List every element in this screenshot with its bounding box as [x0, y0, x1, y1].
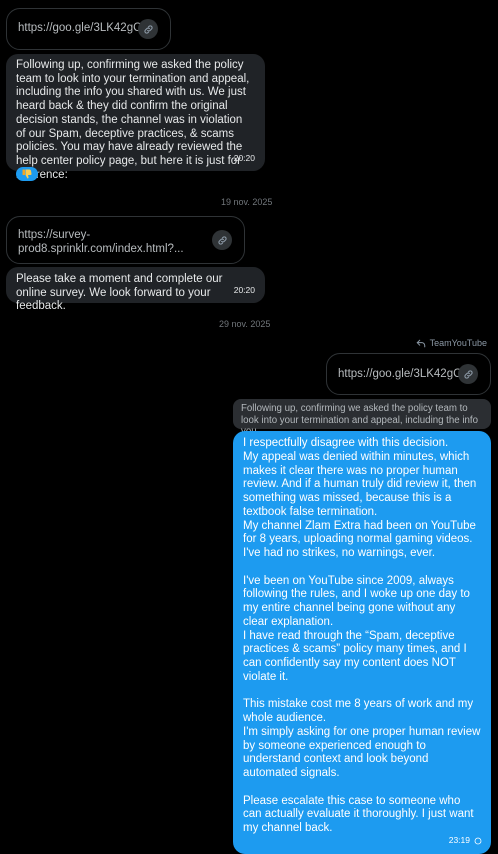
reaction-badge[interactable]	[16, 167, 38, 181]
thumbs-down-icon	[22, 169, 32, 179]
link-card[interactable]: https://survey- prod8.sprinklr.com/index…	[6, 216, 245, 264]
link-url[interactable]: https://goo.gle/3LK42gC	[18, 22, 141, 34]
reply-to-label: TeamYouTube	[416, 338, 487, 348]
outgoing-message: I respectfully disagree with this decisi…	[233, 431, 491, 854]
link-url-line2[interactable]: prod8.sprinklr.com/index.html?...	[18, 242, 200, 256]
quoted-link-card[interactable]: https://goo.gle/3LK42gC	[326, 353, 491, 395]
message-time: 23:19	[448, 835, 470, 845]
link-icon	[212, 230, 232, 250]
incoming-message: Following up, confirming we asked the po…	[6, 54, 265, 181]
reply-arrow-icon	[416, 339, 425, 347]
link-icon	[458, 364, 478, 384]
link-icon	[138, 19, 158, 39]
message-time: 20:20	[233, 285, 255, 296]
quoted-message[interactable]: Following up, confirming we asked the po…	[233, 399, 491, 437]
message-text: I respectfully disagree with this decisi…	[243, 437, 481, 834]
message-text: Following up, confirming we asked the po…	[16, 59, 250, 181]
link-card[interactable]: https://goo.gle/3LK42gC	[6, 8, 171, 50]
incoming-message: Please take a moment and complete our on…	[6, 267, 265, 312]
message-text: Please take a moment and complete our on…	[16, 273, 223, 313]
date-separator: 29 nov. 2025	[219, 319, 271, 329]
link-url-line1[interactable]: https://survey-	[18, 228, 200, 242]
reply-to-name: TeamYouTube	[429, 338, 487, 348]
message-time: 20:20	[233, 153, 255, 164]
sent-check-icon	[474, 837, 482, 845]
message-meta: 23:19	[449, 834, 482, 848]
date-separator: 19 nov. 2025	[221, 197, 273, 207]
link-url[interactable]: https://goo.gle/3LK42gC	[338, 368, 461, 380]
